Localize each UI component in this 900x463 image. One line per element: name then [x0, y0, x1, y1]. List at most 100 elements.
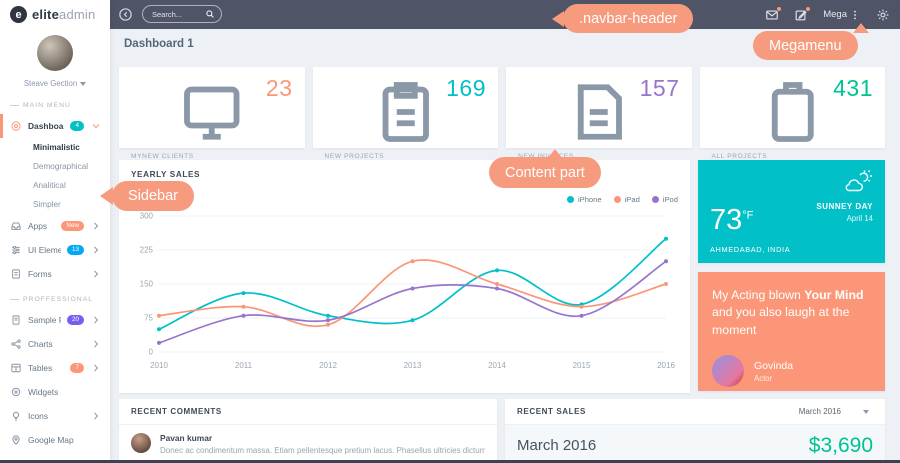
sidebar-nav: MAIN MENU Dashboard4MinimalisticDemograph…	[0, 92, 110, 452]
sidebar-badge: 13	[67, 245, 84, 255]
sidebar-item-widgets[interactable]: Widgets	[0, 380, 110, 404]
sidebar-item-google-map[interactable]: Google Map	[0, 428, 110, 452]
stat-label: MYNEW CLIENTS	[131, 153, 293, 160]
weather-temp-value: 73	[710, 204, 742, 236]
sidebar-toggle-icon[interactable]	[118, 7, 133, 22]
sidebar-item-label: Dashboard	[28, 121, 64, 131]
search-input[interactable]	[152, 10, 205, 19]
target-icon	[10, 120, 22, 132]
recent-sales-title: RECENT SALES	[517, 407, 586, 416]
comment-item: Pavan kumar Donec ac condimentum massa. E…	[119, 425, 497, 462]
messages-icon[interactable]	[765, 8, 779, 22]
sidebar-item-charts[interactable]: Charts	[0, 332, 110, 356]
section-label-text: PROFFESSIONAL	[23, 296, 93, 303]
bulb-icon	[10, 410, 22, 422]
legend-item-iphone[interactable]: iPhone	[567, 195, 602, 204]
weather-condition: SUNNEY DAY	[816, 202, 873, 211]
legend-dot	[567, 196, 574, 203]
recent-sales-card: RECENT SALES March 2016 March 2016 $3,69…	[505, 399, 885, 463]
stat-label: NEW PROJECTS	[325, 153, 487, 160]
chevron-right-icon	[90, 410, 102, 422]
sidebar-item-icons[interactable]: Icons	[0, 404, 110, 428]
sales-amount: $3,690	[809, 434, 873, 458]
sidebar-item-apps[interactable]: AppsNew	[0, 214, 110, 238]
weather-temperature: 73°F	[710, 204, 753, 237]
sidebar-subitem-demographical[interactable]: Demographical	[0, 157, 110, 176]
user-name: Steave Gection	[24, 79, 77, 88]
legend-item-ipod[interactable]: iPod	[652, 195, 678, 204]
stat-value: 169	[446, 75, 486, 102]
brand-text: eliteadmin	[32, 7, 95, 22]
quote-text: My Acting blown Your Mind and you also l…	[712, 287, 871, 339]
sidebar-subitem-analitical[interactable]: Analitical	[0, 176, 110, 195]
recent-comments-title: RECENT COMMENTS	[131, 407, 222, 416]
user-menu[interactable]: Steave Gection	[0, 79, 110, 88]
notification-badge	[805, 6, 811, 12]
app-window: e eliteadmin Steave Gection MAIN MENU Das…	[0, 0, 900, 463]
quote-widget: My Acting blown Your Mind and you also l…	[698, 272, 885, 391]
comment-author: Pavan kumar	[160, 433, 485, 443]
yearly-sales-chart: 3002251507502010201120122013201420152016	[131, 206, 678, 374]
map-pin-icon	[10, 434, 22, 446]
tables-icon	[10, 362, 22, 374]
sidebar-item-label: UI Elements	[28, 245, 61, 255]
stat-card-mynew-clients: 23MYNEW CLIENTS	[119, 67, 305, 148]
recent-comments-card: RECENT COMMENTS Pavan kumar Donec ac cond…	[119, 399, 497, 463]
quote-text-bold: Your Mind	[804, 288, 863, 302]
settings-gear-icon[interactable]	[876, 8, 890, 22]
navbar-actions: Mega	[765, 0, 890, 29]
svg-text:0: 0	[149, 348, 154, 357]
legend-label: iPod	[663, 195, 678, 204]
sidebar-item-dashboard[interactable]: Dashboard4	[0, 114, 110, 138]
quote-author-role: Actor	[754, 374, 793, 383]
caret-down-icon	[80, 82, 86, 86]
sidebar-subitem-simpler[interactable]: Simpler	[0, 195, 110, 214]
sidebar-item-label: Widgets	[28, 387, 102, 397]
sales-month-dropdown[interactable]: March 2016	[799, 407, 873, 416]
sidebar-item-label: Charts	[28, 339, 84, 349]
sidebar-item-label: Google Map	[28, 435, 102, 445]
weather-date: April 14	[847, 214, 873, 223]
svg-text:2013: 2013	[404, 361, 422, 370]
sidebar-item-label: Sample Pages	[28, 315, 61, 325]
section-label-text: MAIN MENU	[23, 102, 71, 109]
legend-item-ipad[interactable]: iPad	[614, 195, 640, 204]
stat-value: 157	[640, 75, 680, 102]
section-dash	[10, 299, 19, 300]
callout-sidebar: Sidebar	[112, 181, 194, 211]
sidebar-item-ui-elements[interactable]: UI Elements 13	[0, 238, 110, 262]
sales-summary: March 2016 $3,690	[505, 425, 885, 463]
charts-icon	[10, 338, 22, 350]
sidebar-section-label: PROFFESSIONAL	[0, 286, 110, 308]
sidebar-section-label: MAIN MENU	[0, 92, 110, 114]
notification-badge	[776, 6, 782, 12]
brand-mark-icon: e	[10, 6, 27, 23]
quote-text-post: and you also laugh at the moment	[712, 305, 849, 336]
stat-value: 431	[833, 75, 873, 102]
compose-icon[interactable]	[794, 8, 808, 22]
brand-text-bold: elite	[32, 7, 59, 22]
search-icon[interactable]	[205, 9, 215, 19]
mega-menu-button[interactable]: Mega	[823, 8, 861, 22]
brand-text-light: admin	[59, 7, 95, 22]
search-box	[142, 5, 222, 23]
form-icon	[10, 268, 22, 280]
comment-text: Donec ac condimentum massa. Etiam pellen…	[160, 446, 485, 455]
quote-avatar	[712, 355, 744, 387]
sidebar-item-sample-pages[interactable]: Sample Pages20	[0, 308, 110, 332]
widgets-icon	[10, 386, 22, 398]
sidebar-badge: 7	[70, 363, 84, 373]
sidebar-item-forms[interactable]: Forms	[0, 262, 110, 286]
sidebar-subitem-minimalistic[interactable]: Minimalistic	[0, 138, 110, 157]
stat-card-all-projects: 431ALL PROJECTS	[700, 67, 886, 148]
sidebar-item-tables[interactable]: Tables7	[0, 356, 110, 380]
chevron-right-icon	[90, 338, 102, 350]
weather-location: AHMEDABAD, INDIA	[710, 245, 790, 254]
inbox-icon	[10, 220, 22, 232]
stat-card-new-projects: 169NEW PROJECTS	[313, 67, 499, 148]
comments-list: Pavan kumar Donec ac condimentum massa. E…	[119, 425, 497, 462]
brand-logo[interactable]: e eliteadmin	[0, 0, 110, 29]
sales-month-dropdown-value: March 2016	[799, 407, 841, 416]
quote-text-pre: My Acting blown	[712, 288, 804, 302]
user-avatar[interactable]	[37, 35, 73, 71]
